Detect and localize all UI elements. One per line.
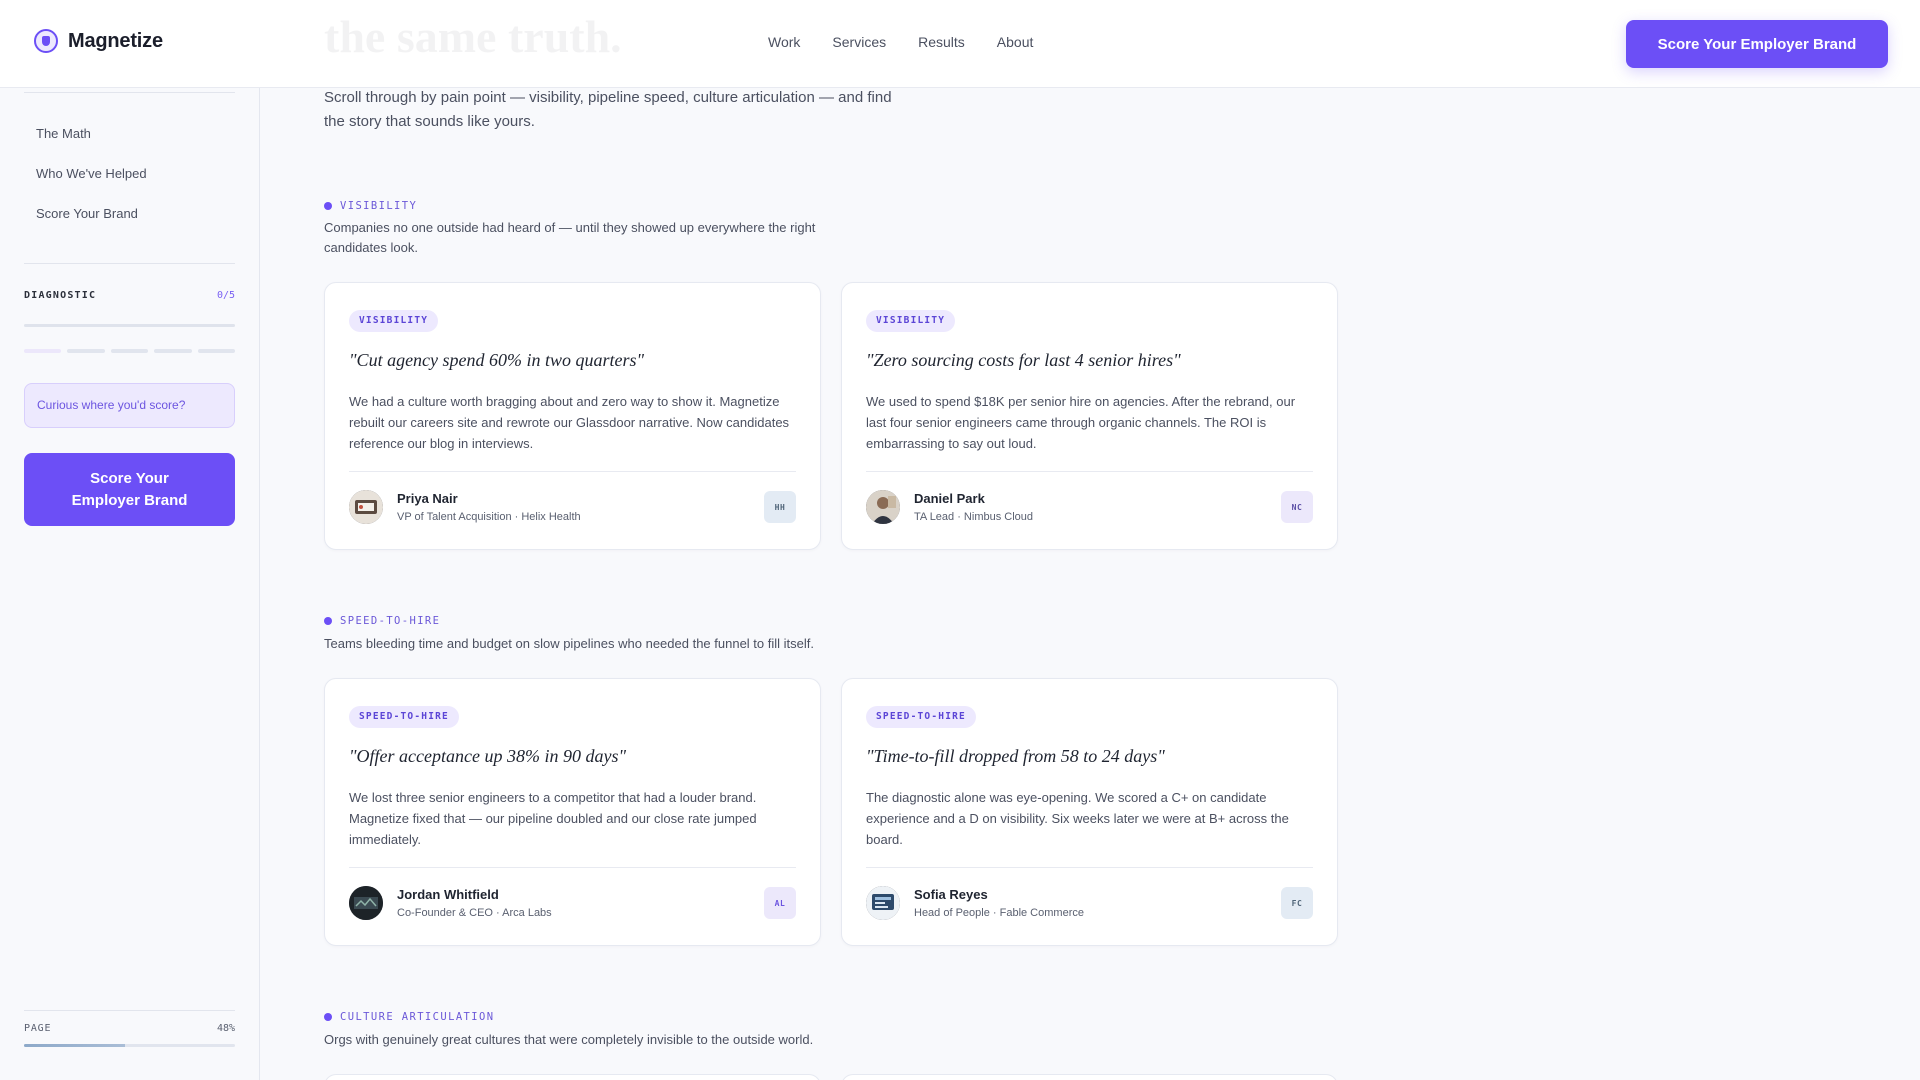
card-tag: VISIBILITY — [349, 310, 439, 332]
section-description: Companies no one outside had heard of — … — [324, 220, 816, 255]
person-role: Head of People · Fable Commerce — [914, 907, 1084, 919]
diagnostic-steps — [24, 349, 235, 353]
curious-prompt[interactable]: Curious where you'd score? — [24, 383, 235, 428]
testimonial-card: VISIBILITY "Zero sourcing costs for last… — [841, 282, 1338, 550]
brand-logo[interactable]: Magnetize — [34, 29, 163, 53]
sidebar-divider — [24, 1010, 235, 1011]
card-tag: SPEED-TO-HIRE — [866, 706, 976, 728]
sidebar-link-score-your-brand[interactable]: Score Your Brand — [36, 206, 138, 221]
diagnostic-step — [154, 349, 192, 353]
site-header: Magnetize Work Services Results About Sc… — [0, 0, 1920, 88]
nav-work[interactable]: Work — [768, 34, 800, 50]
testimonial-card: VISIBILITY "Cut agency spend 60% in two … — [324, 282, 821, 550]
testimonial-body: We used to spend $18K per senior hire on… — [866, 394, 1296, 451]
person-role: VP of Talent Acquisition · Helix Health — [397, 511, 581, 523]
company-badge: NC — [1281, 491, 1313, 523]
testimonial-quote: "Time-to-fill dropped from 58 to 24 days… — [866, 746, 1165, 766]
section-dot-icon — [324, 202, 332, 210]
company-badge: AL — [764, 887, 796, 919]
card-tag: VISIBILITY — [866, 310, 956, 332]
brand-name: Magnetize — [68, 29, 163, 52]
page-progress-fill — [24, 1044, 126, 1047]
card-divider — [349, 471, 796, 472]
header-score-brand-button[interactable]: Score Your Employer Brand — [1626, 20, 1888, 68]
card-divider — [866, 471, 1313, 472]
sidebar-link-the-math[interactable]: The Math — [36, 126, 91, 141]
section-dot-icon — [324, 1013, 332, 1021]
main-nav: Work Services Results About — [768, 34, 1065, 50]
sidebar-divider — [24, 263, 235, 264]
nav-about[interactable]: About — [997, 34, 1034, 50]
page-progress-label: PAGE — [24, 1023, 52, 1034]
testimonial-quote: "Zero sourcing costs for last 4 senior h… — [866, 350, 1181, 370]
testimonial-card-partial — [324, 1074, 821, 1080]
section-eyebrow-label: SPEED-TO-HIRE — [340, 615, 441, 627]
section-description: Teams bleeding time and budget on slow p… — [324, 636, 814, 651]
sidebar-link-who-weve-helped[interactable]: Who We've Helped — [36, 166, 147, 181]
section-eyebrow-label: VISIBILITY — [340, 200, 418, 212]
magnet-logo-icon — [34, 29, 58, 53]
section-eyebrow-label: CULTURE ARTICULATION — [340, 1011, 495, 1023]
card-divider — [866, 867, 1313, 868]
diagnostic-step — [197, 349, 235, 353]
page-progress-bar — [24, 1044, 235, 1047]
testimonial-body: The diagnostic alone was eye-opening. We… — [866, 790, 1289, 847]
nav-results[interactable]: Results — [918, 34, 965, 50]
diagnostic-label: DIAGNOSTIC — [24, 290, 97, 301]
person-name: Daniel Park — [914, 491, 985, 506]
diagnostic-progress-bar — [24, 324, 235, 327]
sidebar: The Math Who We've Helped Score Your Bra… — [0, 88, 260, 1080]
section-description: Orgs with genuinely great cultures that … — [324, 1032, 814, 1047]
person-role: Co-Founder & CEO · Arca Labs — [397, 907, 552, 919]
card-tag: SPEED-TO-HIRE — [349, 706, 459, 728]
diagnostic-step — [67, 349, 105, 353]
sidebar-score-brand-button[interactable]: Score Your Employer Brand — [24, 453, 235, 526]
testimonial-card-partial — [841, 1074, 1338, 1080]
testimonial-body: We lost three senior engineers to a comp… — [349, 790, 757, 847]
avatar — [349, 886, 383, 920]
avatar — [866, 490, 900, 524]
section-dot-icon — [324, 617, 332, 625]
testimonial-card: SPEED-TO-HIRE "Offer acceptance up 38% i… — [324, 678, 821, 946]
section-eyebrow-culture-articulation: CULTURE ARTICULATION — [324, 1011, 494, 1023]
avatar — [349, 490, 383, 524]
testimonial-body: We had a culture worth bragging about an… — [349, 394, 790, 451]
person-name: Sofia Reyes — [914, 887, 988, 902]
section-eyebrow-speed-to-hire: SPEED-TO-HIRE — [324, 615, 440, 627]
intro-text: Scroll through by pain point — visibilit… — [324, 89, 892, 130]
person-name: Priya Nair — [397, 491, 458, 506]
diagnostic-step — [110, 349, 149, 353]
sidebar-divider — [24, 92, 235, 93]
testimonial-quote: "Cut agency spend 60% in two quarters" — [349, 350, 645, 370]
testimonial-quote: "Offer acceptance up 38% in 90 days" — [349, 746, 627, 766]
nav-services[interactable]: Services — [832, 34, 886, 50]
diagnostic-count: 0/5 — [216, 290, 235, 301]
company-badge: FC — [1281, 887, 1313, 919]
company-badge: HH — [764, 491, 796, 523]
diagnostic-step — [24, 349, 62, 353]
testimonial-card: SPEED-TO-HIRE "Time-to-fill dropped from… — [841, 678, 1338, 946]
page-progress-percent: 48% — [216, 1023, 235, 1034]
section-eyebrow-visibility: VISIBILITY — [324, 200, 417, 212]
person-name: Jordan Whitfield — [397, 887, 499, 902]
card-divider — [349, 867, 796, 868]
avatar — [866, 886, 900, 920]
person-role: TA Lead · Nimbus Cloud — [914, 511, 1034, 523]
